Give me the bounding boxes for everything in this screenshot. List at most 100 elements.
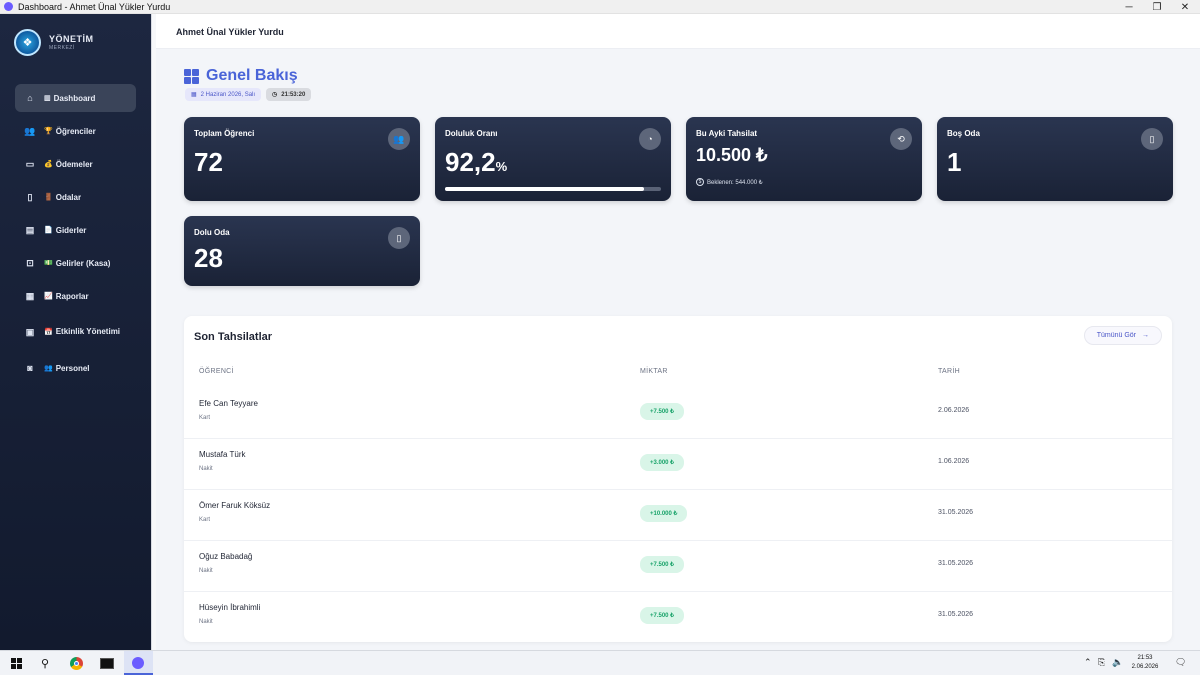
pie-chart-icon: ◔ [639,128,661,150]
table-row[interactable]: Efe Can Teyyare Kart +7.500 ₺ 2.06.2026 [184,388,1172,439]
sidebar-item-label: Dashboard [53,93,96,103]
table-row[interactable]: Hüseyin İbrahimli Nakit +7.500 ₺ 31.05.2… [184,592,1172,642]
sidebar: ❖ YÖNETİM MERKEZİ ⌂ ▥ Dashboard 👥 🏆 Öğre… [0,14,151,650]
panel-title: Son Tahsilatlar [194,331,273,343]
clock-icon: ◷ [272,92,278,98]
student-name: Ömer Faruk Köksüz [199,501,271,510]
column-header-date: TARİH [938,368,960,375]
table-row[interactable]: Ömer Faruk Köksüz Kart +10.000 ₺ 31.05.2… [184,490,1172,541]
sidebar-item-gelirler[interactable]: ⊡ 💵 Gelirler (Kasa) [15,249,136,277]
info-icon: $ [696,178,704,186]
stat-value: 10.500 ₺ [696,145,768,165]
table-row[interactable]: Oğuz Babadağ Nakit +7.500 ₺ 31.05.2026 [184,541,1172,592]
maximize-button[interactable]: ❐ [1142,0,1172,14]
stat-label: Doluluk Oranı [445,129,498,138]
stat-card-monthly-collection[interactable]: Bu Ayki Tahsilat 10.500 ₺ ⟲ $ Beklenen: 5… [686,117,922,201]
brand-subtitle: MERKEZİ [49,45,75,51]
close-button[interactable]: ✕ [1170,0,1200,14]
date-text: 2 Haziran 2026, Salı [200,91,256,98]
calendar-icon: ▦ [191,92,197,98]
search-icon[interactable]: ⚲ [37,655,53,671]
chrome-icon[interactable] [68,655,84,671]
sidebar-item-dashboard[interactable]: ⌂ ▥ Dashboard [15,84,136,112]
dashboard-grid-icon [184,68,199,84]
occupancy-progress-fill [445,187,645,191]
topbar: Ahmet Ünal Yükler Yurdu [156,14,1200,49]
clock-date: 2.06.2026 [1131,664,1159,670]
sidebar-item-odalar[interactable]: ▯ 🚪 Odalar [15,183,136,211]
window-titlebar: Dashboard - Ahmet Ünal Yükler Yurdu ─ ❐ … [0,0,1200,14]
payment-method: Nakit [199,568,213,574]
minimize-button[interactable]: ─ [1114,0,1144,14]
stat-card-total-students[interactable]: Toplam Öğrenci 72 👥 [184,117,420,201]
sidebar-item-label: Gelirler (Kasa) [55,258,111,268]
table-row[interactable]: Mustafa Türk Nakit +3.000 ₺ 1.06.2026 [184,439,1172,490]
document-emoji-icon: 📄 [44,227,53,234]
see-all-label: Tümünü Gör [1096,332,1136,339]
student-name: Mustafa Türk [199,450,246,459]
users-icon: 👥 [388,128,410,150]
amount-badge: +3.000 ₺ [640,454,685,471]
stat-unit: % [495,159,508,174]
expected-amount: $ Beklenen: 544.000 ₺ [696,178,763,186]
student-name: Efe Can Teyyare [199,399,258,408]
door-icon: ▯ [27,191,33,202]
network-icon[interactable]: ⎘ [1098,657,1105,668]
door-icon: ▯ [388,227,410,249]
windows-icon [10,657,22,669]
stat-value: 92,2 [445,147,496,177]
sidebar-nav: ⌂ ▥ Dashboard 👥 🏆 Öğrenciler ▭ 💰 Ödemele… [15,84,136,387]
sidebar-item-etkinlik[interactable]: ▣ 📅 Etkinlik Yönetimi [15,315,136,349]
trophy-emoji-icon: 🏆 [44,128,53,135]
taskbar-clock[interactable]: 21:53 2.06.2026 [1128,654,1162,672]
sidebar-item-label: Ödemeler [55,159,93,169]
app-icon [4,2,13,11]
payment-date: 1.06.2026 [938,458,970,465]
sidebar-item-odemeler[interactable]: ▭ 💰 Ödemeler [15,150,136,178]
occupancy-progress-bar [445,187,661,191]
sidebar-item-ogrenciler[interactable]: 👥 🏆 Öğrenciler [15,117,136,145]
payment-method: Nakit [199,619,213,625]
amount-badge: +7.500 ₺ [640,403,685,420]
stat-value: 1 [947,147,962,177]
logo-icon: ❖ [14,29,41,56]
stat-card-occupancy[interactable]: Doluluk Oranı 92,2% ◔ [435,117,671,201]
calendar-icon: ▣ [25,327,35,337]
sidebar-item-raporlar[interactable]: ▦ 📈 Raporlar [15,282,136,310]
moneybag-emoji-icon: 💰 [44,161,53,168]
start-button[interactable] [8,655,24,671]
sidebar-item-label: Giderler [55,225,87,235]
stat-card-empty-rooms[interactable]: Boş Oda 1 ▯ [937,117,1173,201]
stat-card-full-rooms[interactable]: Dolu Oda 28 ▯ [184,216,420,286]
amount-badge: +7.500 ₺ [640,607,685,624]
see-all-button[interactable]: Tümünü Gör → [1083,326,1162,345]
chevron-up-icon[interactable]: ⌃ [1084,657,1092,668]
staff-icon: ◙ [27,363,33,373]
payment-method: Nakit [199,466,213,472]
report-icon: ▦ [25,290,35,301]
receipt-icon: ▤ [25,224,35,235]
money-icon: ▭ [25,158,35,169]
expected-text: Beklenen: 544.000 ₺ [707,179,763,186]
recent-payments-panel: Son Tahsilatlar Tümünü Gör → ÖĞRENCİ MİKT… [184,316,1172,642]
notification-icon[interactable]: 🗨 [1175,657,1186,668]
amount-badge: +10.000 ₺ [640,505,688,522]
calendar-emoji-icon: 📅 [44,328,53,336]
dashboard-app-icon[interactable] [130,655,146,671]
sidebar-item-label: Odalar [55,192,82,202]
volume-icon[interactable]: 🔈 [1112,657,1123,668]
taskbar: ⚲ ⌃ ⎘ 🔈 21:53 2.06.2026 🗨 [0,650,1200,675]
student-name: Oğuz Babadağ [199,552,253,561]
date-time-chips: ▦ 2 Haziran 2026, Salı ◷ 21:53:20 [185,88,316,101]
amount-badge: +7.500 ₺ [640,556,685,573]
cash-icon: ⟲ [890,128,912,150]
brand[interactable]: ❖ YÖNETİM MERKEZİ [14,29,94,56]
terminal-icon[interactable] [99,655,115,671]
sidebar-item-personel[interactable]: ◙ 👥 Personel [15,354,136,382]
stat-label: Toplam Öğrenci [194,129,255,138]
users-icon: 👥 [24,125,36,136]
column-header-student: ÖĞRENCİ [199,368,234,375]
sidebar-item-giderler[interactable]: ▤ 📄 Giderler [15,216,136,244]
sidebar-item-label: Öğrenciler [55,126,96,136]
page-title-text: Genel Bakış [206,67,298,84]
